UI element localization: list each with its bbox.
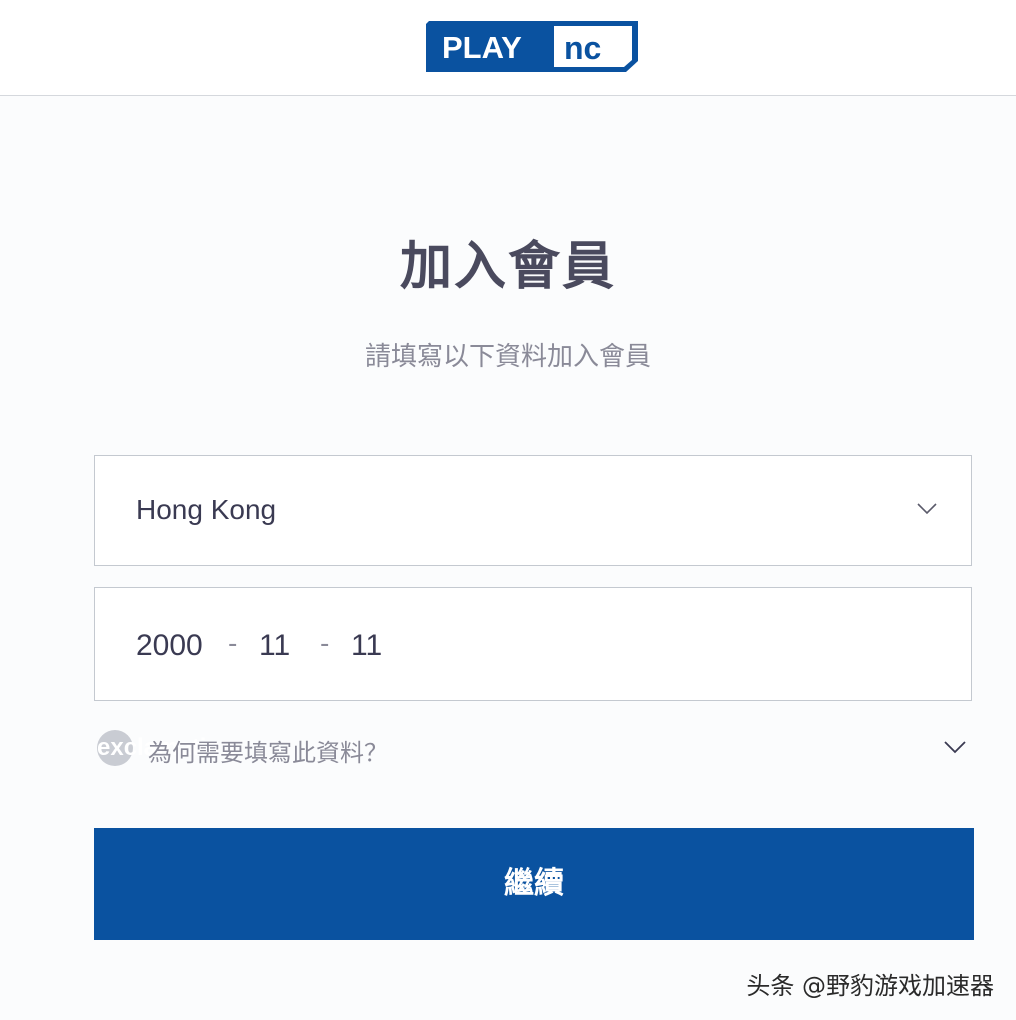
- country-select[interactable]: Hong Kong: [94, 455, 972, 566]
- continue-button[interactable]: 繼續: [94, 828, 974, 940]
- page-title: 加入會員: [399, 237, 616, 297]
- birth-month-input[interactable]: 11: [259, 629, 290, 663]
- birth-day-input[interactable]: 11: [351, 629, 382, 663]
- date-separator: -: [320, 629, 330, 659]
- why-needed-label: 為何需要填寫此資料？: [148, 739, 388, 767]
- chevron-down-icon: [944, 741, 966, 754]
- birth-year-input[interactable]: 2000: [136, 629, 203, 663]
- country-value: Hong Kong: [136, 494, 277, 525]
- signup-page: PLAY nc 加入會員 請填寫以下資料加入會員 Hong Kong 2000 …: [0, 0, 1016, 1020]
- page-subtitle: 請填寫以下資料加入會員: [364, 342, 651, 372]
- plaync-logo-graphic: PLAY nc: [426, 21, 638, 72]
- info-icon: exclamation: [97, 730, 236, 766]
- plaync-logo[interactable]: PLAY nc: [426, 21, 638, 72]
- why-needed-toggle[interactable]: exclamation 為何需要填寫此資料？: [94, 726, 972, 770]
- chevron-down-icon: [917, 503, 937, 515]
- logo-text: PLAY: [442, 30, 522, 65]
- birth-date-field: 2000 - 11 - 11: [94, 587, 972, 701]
- top-header: PLAY nc: [0, 0, 1016, 96]
- watermark-text: 头条 @野豹游戏加速器: [746, 972, 994, 1000]
- logo-mark: nc: [564, 30, 601, 66]
- date-separator: -: [228, 629, 238, 659]
